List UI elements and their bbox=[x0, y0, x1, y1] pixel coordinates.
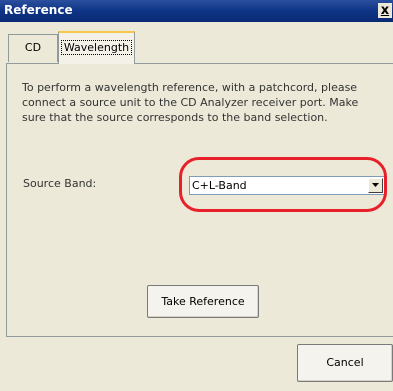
title-bar: Reference x bbox=[0, 0, 393, 22]
tab-cd-label: CD bbox=[24, 41, 42, 54]
reference-dialog: Reference x CD Wavelength To perform a w… bbox=[0, 0, 393, 391]
close-icon[interactable]: x bbox=[378, 3, 392, 18]
take-reference-button[interactable]: Take Reference bbox=[147, 285, 259, 318]
dropdown-button[interactable] bbox=[368, 178, 383, 193]
source-band-select[interactable]: C+L-Band bbox=[189, 176, 385, 195]
source-band-value: C+L-Band bbox=[192, 179, 247, 192]
tab-wavelength-label: Wavelength bbox=[60, 40, 133, 55]
window-title: Reference bbox=[4, 3, 73, 17]
tab-cd[interactable]: CD bbox=[8, 34, 58, 62]
tab-wavelength[interactable]: Wavelength bbox=[58, 31, 135, 64]
cancel-button[interactable]: Cancel bbox=[297, 344, 393, 382]
instructions-text: To perform a wavelength reference, with … bbox=[22, 81, 359, 124]
source-band-label: Source Band: bbox=[23, 177, 97, 190]
chevron-down-icon bbox=[372, 183, 379, 187]
